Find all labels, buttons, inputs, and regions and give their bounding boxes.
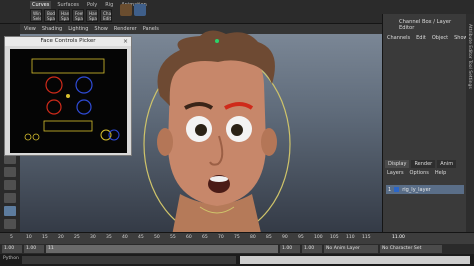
layer-menu-help[interactable]: Help <box>435 170 446 176</box>
cb-menu-object[interactable]: Object <box>432 35 448 41</box>
shelf-tool-4[interactable]: Feet Space <box>72 9 84 22</box>
picker-lip-right <box>32 133 40 141</box>
tick-label: 15 <box>42 235 48 240</box>
anim-layer-field[interactable]: No Anim Layer <box>324 245 378 253</box>
tick-label: 70 <box>218 235 224 240</box>
layer-menu-layers[interactable]: Layers <box>387 170 404 176</box>
close-icon[interactable]: × <box>122 38 129 45</box>
layer-name: rig_ly_layer <box>402 186 431 193</box>
layer-index: 1 <box>388 186 392 193</box>
command-output <box>240 256 470 264</box>
tick-label: 35 <box>106 235 112 240</box>
left-pupil <box>195 124 207 136</box>
command-line-label[interactable]: Python <box>3 256 19 261</box>
tick-label: 45 <box>138 235 144 240</box>
move-tool-icon[interactable] <box>4 167 16 177</box>
channel-box: Channel Box / Layer Editor Channels Edit… <box>382 14 468 158</box>
shelf-tool-2[interactable]: Body Space <box>44 9 56 22</box>
shelf-tool-1[interactable]: Window Select <box>30 9 42 22</box>
range-start-field[interactable]: 1.00 <box>2 245 22 253</box>
tick-label: 100 <box>314 235 323 240</box>
tick-label: 60 <box>186 235 192 240</box>
camera-shelf-icon[interactable] <box>134 4 146 16</box>
range-label[interactable]: 11 <box>46 245 278 253</box>
tick-label: 115 <box>362 235 371 240</box>
left-ear <box>157 128 173 156</box>
tick-label: 50 <box>154 235 160 240</box>
range-playback-start-field[interactable]: 1.00 <box>24 245 44 253</box>
picker-brow-controls <box>31 58 105 74</box>
tick-label: 105 <box>330 235 339 240</box>
picker-title: Face Controls Picker <box>5 37 131 46</box>
tick-label: 40 <box>122 235 128 240</box>
picker-left-eye-red <box>45 76 63 94</box>
layer-row[interactable]: 1 rig_ly_layer <box>386 185 464 194</box>
shelf-tool-3[interactable]: Hands Space <box>58 9 70 22</box>
shelf-tab-3[interactable]: Poly <box>85 1 99 9</box>
tick-label: 30 <box>90 235 96 240</box>
command-input[interactable] <box>22 256 236 264</box>
channel-box-menu: Channels Edit Object Show <box>387 35 468 41</box>
layer-tab-display[interactable]: Display <box>385 160 410 168</box>
command-line: Python <box>0 254 474 266</box>
picker-nose-dot <box>66 94 70 98</box>
layer-tab-render[interactable]: Render <box>411 160 436 168</box>
tick-label: 85 <box>266 235 272 240</box>
render-shelf-icon[interactable] <box>120 4 132 16</box>
layer-menu-options[interactable]: Options <box>410 170 429 176</box>
shelf-tools: Window Select Body Space Hands Space Fee… <box>30 9 112 22</box>
tick-label: 80 <box>250 235 256 240</box>
current-frame[interactable]: 11.00 <box>392 235 405 240</box>
shelf-tool-5[interactable]: Hand Space <box>86 9 98 22</box>
cb-menu-channels[interactable]: Channels <box>387 35 410 41</box>
face-controls-picker-window: Face Controls Picker × <box>4 36 132 156</box>
tick-label: 5 <box>10 235 13 240</box>
character-set-field[interactable]: No Character Set <box>380 245 442 253</box>
picker-canvas[interactable] <box>10 49 127 153</box>
layer-color-swatch[interactable] <box>394 187 400 192</box>
tick-label: 95 <box>298 235 304 240</box>
picker-lip-left <box>24 133 32 141</box>
picker-right-eye-blue <box>75 76 93 94</box>
layout-icon[interactable] <box>4 206 16 216</box>
cb-menu-edit[interactable]: Edit <box>416 35 426 41</box>
layer-menu: Layers Options Help <box>387 170 446 176</box>
picker-left-cheek-red <box>46 99 62 115</box>
right-ear <box>261 128 277 156</box>
layer-tabs: Display Render Anim <box>385 160 457 168</box>
tick-label: 20 <box>58 235 64 240</box>
picker-right-cheek-blue <box>76 99 92 115</box>
tick-label: 75 <box>234 235 240 240</box>
side-panel-label[interactable]: Attribute Editor Tool Settings <box>467 24 472 89</box>
range-slider: 1.00 1.00 11 1.00 1.00 No Anim Layer No … <box>0 244 474 254</box>
tick-label: 110 <box>346 235 355 240</box>
scale-tool-icon[interactable] <box>4 193 16 203</box>
shelf-tab-2[interactable]: Surfaces <box>55 1 81 9</box>
tick-label: 65 <box>202 235 208 240</box>
picker-mouth-control <box>43 120 93 132</box>
teeth <box>210 176 228 182</box>
tick-label: 10 <box>26 235 32 240</box>
shelf-tab-4[interactable]: Rig <box>103 1 115 9</box>
rotate-tool-icon[interactable] <box>4 180 16 190</box>
shelf-tool-6[interactable]: Chan/Attr Editor <box>100 9 112 22</box>
timeline[interactable]: 5 10 15 20 25 30 35 40 45 50 55 60 65 70… <box>0 232 474 244</box>
tick-label: 55 <box>170 235 176 240</box>
tick-label: 90 <box>282 235 288 240</box>
picker-controls[interactable] <box>10 49 127 153</box>
layout-quad-icon[interactable] <box>4 219 16 229</box>
layer-editor: Display Render Anim Layers Options Help … <box>382 158 466 236</box>
range-playback-end-field[interactable]: 1.00 <box>280 245 300 253</box>
right-pupil <box>231 124 243 136</box>
range-end-field[interactable]: 1.00 <box>302 245 322 253</box>
layer-tab-anim[interactable]: Anim <box>437 160 457 168</box>
head-control-dot <box>215 39 219 43</box>
tick-label: 25 <box>74 235 80 240</box>
shelf-tab-1[interactable]: Curves <box>30 1 52 9</box>
channel-box-title: Channel Box / Layer Editor <box>399 19 452 31</box>
